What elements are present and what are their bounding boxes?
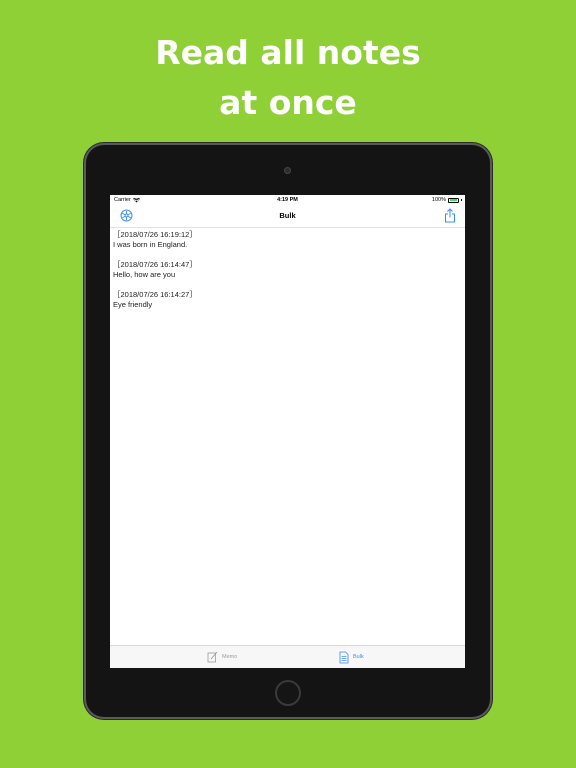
- share-icon[interactable]: [444, 208, 456, 223]
- app-screen: Carrier 4:19 PM 100% Bulk ［2018/07/26 16…: [110, 195, 465, 668]
- note-timestamp: ［2018/07/26 16:14:27］: [113, 290, 197, 299]
- note-item: ［2018/07/26 16:14:27］ Eye friendly: [113, 290, 458, 310]
- battery-percent: 100%: [431, 197, 446, 203]
- ipad-frame: Carrier 4:19 PM 100% Bulk ［2018/07/26 16…: [86, 145, 490, 717]
- note-item: ［2018/07/26 16:14:47］ Hello, how are you: [113, 260, 458, 280]
- nav-title: Bulk: [279, 211, 296, 220]
- memo-icon: [207, 651, 218, 663]
- nav-bar: Bulk: [110, 205, 465, 228]
- note-item: ［2018/07/26 16:19:12］ I was born in Engl…: [113, 230, 458, 250]
- tab-bulk-label: Bulk: [353, 654, 364, 660]
- settings-icon[interactable]: [120, 209, 133, 222]
- status-battery: 100%: [432, 197, 462, 203]
- note-text: Eye friendly: [113, 300, 153, 309]
- tab-memo-label: Memo: [222, 654, 238, 660]
- promo-headline: Read all notes at once: [0, 28, 576, 128]
- status-bar: Carrier 4:19 PM 100%: [110, 195, 465, 205]
- note-timestamp: ［2018/07/26 16:14:47］: [113, 260, 197, 269]
- tab-bulk[interactable]: Bulk: [339, 646, 364, 668]
- status-time: 4:19 PM: [277, 197, 298, 203]
- note-timestamp: ［2018/07/26 16:19:12］: [113, 230, 197, 239]
- tab-bar: Memo Bulk: [110, 645, 465, 668]
- promo-page: Read all notes at once Carrier 4:19 PM 1…: [0, 0, 576, 768]
- tab-memo[interactable]: Memo: [207, 646, 237, 668]
- home-button[interactable]: [275, 680, 301, 706]
- headline-line-1: Read all notes: [155, 33, 421, 72]
- note-text: I was born in England.: [113, 240, 188, 249]
- document-icon: [339, 651, 349, 663]
- headline-line-2: at once: [219, 83, 357, 122]
- note-text: Hello, how are you: [113, 270, 176, 279]
- battery-icon: [448, 197, 459, 203]
- camera-icon: [284, 167, 291, 174]
- notes-list: ［2018/07/26 16:19:12］ I was born in Engl…: [113, 230, 458, 320]
